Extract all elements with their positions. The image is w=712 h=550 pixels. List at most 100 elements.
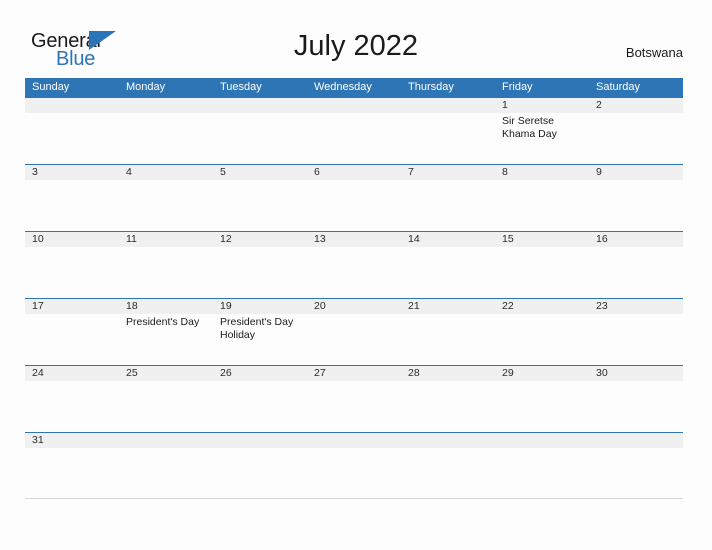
day-cell[interactable]	[589, 247, 683, 298]
day-number[interactable]: 23	[589, 299, 683, 314]
day-number[interactable]: 8	[495, 165, 589, 180]
week-event-row: Sir Seretse Khama Day	[25, 113, 683, 164]
day-cell[interactable]	[589, 180, 683, 231]
day-cell[interactable]	[589, 314, 683, 365]
day-cell[interactable]	[25, 314, 119, 365]
day-number[interactable]	[401, 98, 495, 113]
day-cell[interactable]	[213, 180, 307, 231]
day-cell[interactable]	[119, 448, 213, 499]
day-number[interactable]: 3	[25, 165, 119, 180]
day-cell[interactable]	[213, 113, 307, 164]
day-cell[interactable]	[495, 247, 589, 298]
day-cell[interactable]	[119, 247, 213, 298]
week-event-row	[25, 247, 683, 298]
weekday-header-wednesday: Wednesday	[314, 81, 372, 93]
week-date-strip: 31	[25, 433, 683, 448]
day-number[interactable]: 1	[495, 98, 589, 113]
day-cell[interactable]	[307, 113, 401, 164]
day-number[interactable]: 11	[119, 232, 213, 247]
day-cell[interactable]	[401, 381, 495, 432]
week-event-row	[25, 381, 683, 432]
day-cell[interactable]	[495, 381, 589, 432]
weekday-header-sunday: Sunday	[32, 81, 70, 93]
weekday-header-monday: Monday	[126, 81, 166, 93]
calendar-grid: Sunday Monday Tuesday Wednesday Thursday…	[25, 78, 683, 499]
day-number[interactable]: 15	[495, 232, 589, 247]
day-number[interactable]	[213, 433, 307, 448]
day-number[interactable]: 13	[307, 232, 401, 247]
day-cell[interactable]	[589, 381, 683, 432]
page-header: General Blue July 2022 Botswana	[0, 0, 712, 76]
day-cell[interactable]	[25, 381, 119, 432]
day-cell[interactable]	[589, 113, 683, 164]
day-number[interactable]	[401, 433, 495, 448]
day-number[interactable]: 7	[401, 165, 495, 180]
day-cell[interactable]	[307, 381, 401, 432]
day-number[interactable]	[25, 98, 119, 113]
day-number[interactable]: 2	[589, 98, 683, 113]
day-cell[interactable]	[401, 113, 495, 164]
day-number[interactable]	[119, 433, 213, 448]
day-cell[interactable]	[401, 314, 495, 365]
day-cell[interactable]	[307, 448, 401, 499]
day-number[interactable]	[213, 98, 307, 113]
day-number[interactable]: 31	[25, 433, 119, 448]
day-number[interactable]: 30	[589, 366, 683, 381]
day-cell[interactable]	[119, 180, 213, 231]
week-event-row	[25, 448, 683, 499]
day-number[interactable]: 4	[119, 165, 213, 180]
day-cell[interactable]	[589, 448, 683, 499]
day-cell[interactable]	[213, 448, 307, 499]
day-cell[interactable]	[25, 113, 119, 164]
day-number[interactable]: 28	[401, 366, 495, 381]
day-number[interactable]: 29	[495, 366, 589, 381]
day-cell[interactable]	[401, 180, 495, 231]
day-number[interactable]	[307, 98, 401, 113]
country-label: Botswana	[625, 45, 683, 60]
day-event: Sir Seretse Khama Day	[502, 115, 557, 140]
day-number[interactable]: 21	[401, 299, 495, 314]
day-cell[interactable]	[495, 314, 589, 365]
day-cell[interactable]	[25, 247, 119, 298]
day-number[interactable]: 19	[213, 299, 307, 314]
day-cell[interactable]	[401, 448, 495, 499]
day-cell[interactable]	[119, 381, 213, 432]
day-cell[interactable]	[401, 247, 495, 298]
day-number[interactable]: 27	[307, 366, 401, 381]
day-number[interactable]: 26	[213, 366, 307, 381]
day-number[interactable]: 18	[119, 299, 213, 314]
day-number[interactable]	[119, 98, 213, 113]
day-cell[interactable]	[213, 247, 307, 298]
day-cell[interactable]: President's Day Holiday	[213, 314, 307, 365]
day-number[interactable]: 12	[213, 232, 307, 247]
day-number[interactable]: 16	[589, 232, 683, 247]
day-cell[interactable]: President's Day	[119, 314, 213, 365]
day-cell[interactable]	[25, 448, 119, 499]
day-number[interactable]	[495, 433, 589, 448]
day-cell[interactable]	[307, 247, 401, 298]
day-cell[interactable]	[307, 180, 401, 231]
day-number[interactable]: 6	[307, 165, 401, 180]
day-number[interactable]	[589, 433, 683, 448]
day-number[interactable]: 20	[307, 299, 401, 314]
day-cell[interactable]	[213, 381, 307, 432]
day-number[interactable]: 14	[401, 232, 495, 247]
day-number[interactable]: 9	[589, 165, 683, 180]
day-number[interactable]: 10	[25, 232, 119, 247]
day-cell[interactable]: Sir Seretse Khama Day	[495, 113, 589, 164]
day-cell[interactable]	[119, 113, 213, 164]
day-number[interactable]: 17	[25, 299, 119, 314]
calendar-page: General Blue July 2022 Botswana Sunday M…	[0, 0, 712, 550]
day-event: President's Day	[126, 316, 200, 328]
day-cell[interactable]	[307, 314, 401, 365]
week-date-strip: 1 2	[25, 98, 683, 113]
day-number[interactable]	[307, 433, 401, 448]
day-event: President's Day Holiday	[220, 316, 294, 341]
day-number[interactable]: 22	[495, 299, 589, 314]
day-number[interactable]: 24	[25, 366, 119, 381]
day-number[interactable]: 25	[119, 366, 213, 381]
day-cell[interactable]	[25, 180, 119, 231]
day-cell[interactable]	[495, 180, 589, 231]
day-number[interactable]: 5	[213, 165, 307, 180]
day-cell[interactable]	[495, 448, 589, 499]
